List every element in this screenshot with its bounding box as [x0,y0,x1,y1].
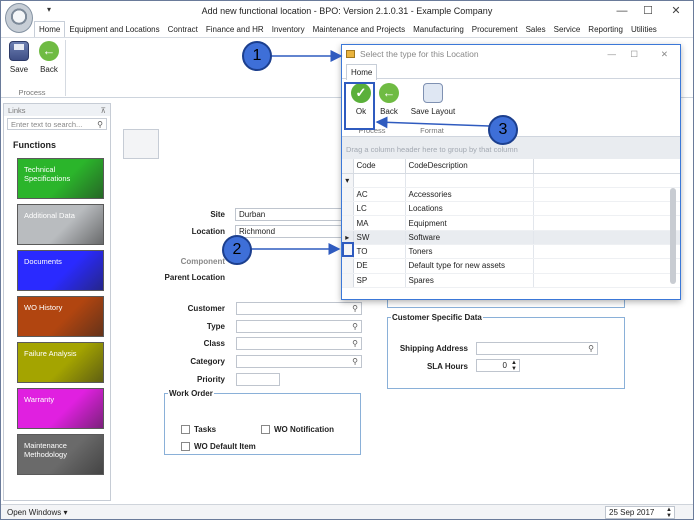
callout-1: 1 [242,41,272,71]
callout-arrows [251,50,490,255]
callout-2: 2 [222,235,252,265]
main-window: ▾ Add new functional location - BPO: Ver… [0,0,694,520]
callout-3: 3 [488,115,518,145]
